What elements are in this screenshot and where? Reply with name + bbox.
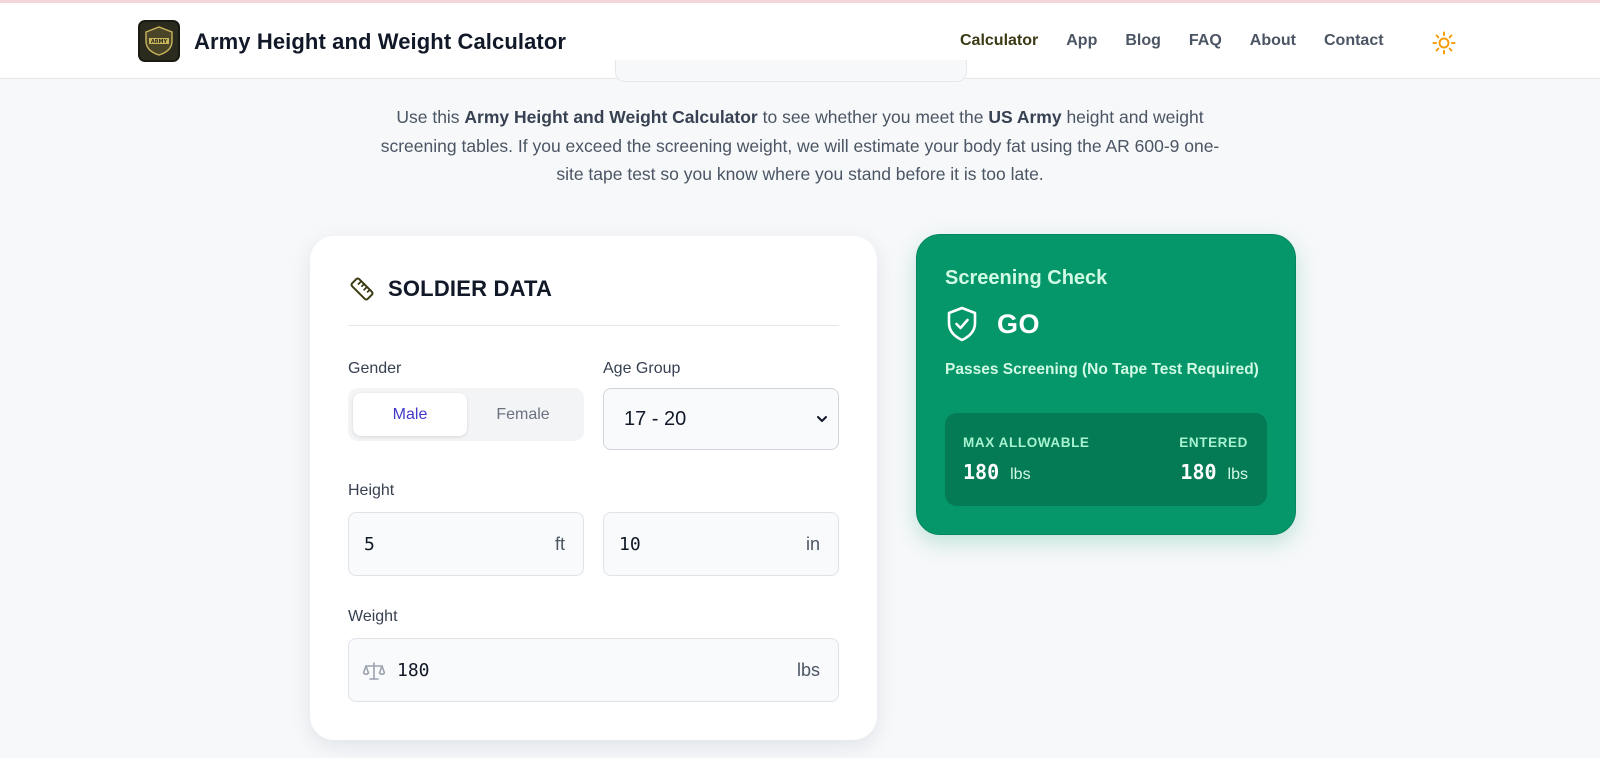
max-allowable-label: MAX ALLOWABLE <box>963 435 1090 450</box>
army-logo[interactable]: ARMY <box>138 20 180 62</box>
entered-value-row: 180 lbs <box>1180 460 1248 484</box>
card-title: SOLDIER DATA <box>388 276 553 301</box>
height-inches-value: 10 <box>619 534 641 555</box>
gender-label: Gender <box>348 360 402 377</box>
screening-result-row: GO <box>945 304 1040 344</box>
scale-icon <box>363 662 385 680</box>
card-header: SOLDIER DATA <box>348 272 552 306</box>
intro-bold-calculator: Army Height and Weight Calculator <box>464 107 758 127</box>
soldier-data-card: SOLDIER DATA Gender Male Female Age Grou… <box>310 236 877 740</box>
age-group-label: Age Group <box>603 360 681 377</box>
screening-result: GO <box>997 308 1041 339</box>
chevron-down-icon <box>817 416 827 422</box>
entered-label: ENTERED <box>1179 435 1248 450</box>
weight-value: 180 <box>397 660 430 681</box>
intro-text: Use this Army Height and Weight Calculat… <box>380 107 1220 184</box>
nav-app[interactable]: App <box>1066 32 1097 56</box>
weight-comparison-panel: MAX ALLOWABLE 180 lbs ENTERED 180 lbs <box>945 413 1267 506</box>
height-feet-unit: ft <box>554 534 565 554</box>
weight-input[interactable]: 180 lbs <box>348 638 839 702</box>
nav-contact[interactable]: Contact <box>1324 32 1384 56</box>
screening-title: Screening Check <box>945 267 1108 289</box>
entered-unit: lbs <box>1227 466 1248 483</box>
gender-toggle: Male Female <box>348 388 584 441</box>
logo-emblem-icon: ARMY <box>145 26 173 56</box>
max-allowable-value-row: 180 lbs <box>963 460 1031 484</box>
gender-male-option[interactable]: Male <box>353 393 467 436</box>
site-title[interactable]: Army Height and Weight Calculator <box>194 29 566 55</box>
intro-bold-army: US Army <box>988 107 1062 127</box>
height-inches-unit: in <box>805 534 820 554</box>
sun-icon[interactable] <box>1432 31 1456 55</box>
max-allowable-value: 180 <box>963 460 1000 484</box>
gender-female-option[interactable]: Female <box>466 393 580 436</box>
weight-label: Weight <box>348 608 398 625</box>
nav-calculator[interactable]: Calculator <box>960 32 1038 56</box>
nav-about[interactable]: About <box>1250 32 1296 56</box>
shield-check-icon <box>947 306 977 342</box>
screening-result-card: Screening Check GO Passes Screening (No … <box>916 234 1296 535</box>
weight-unit: lbs <box>796 660 820 680</box>
height-label: Height <box>348 482 395 499</box>
height-feet-input[interactable]: 5 ft <box>348 512 584 576</box>
svg-text:ARMY: ARMY <box>151 39 168 45</box>
ruler-icon <box>350 277 374 301</box>
age-group-value: 17 - 20 <box>624 407 687 430</box>
nav-faq[interactable]: FAQ <box>1189 32 1222 56</box>
card-divider <box>348 325 839 326</box>
hero-badge-edge <box>615 60 967 82</box>
nav-blog[interactable]: Blog <box>1125 32 1161 56</box>
age-group-select[interactable]: 17 - 20 <box>603 388 839 450</box>
main-nav: Calculator App Blog FAQ About Contact <box>960 32 1412 56</box>
max-allowable-unit: lbs <box>1010 466 1031 483</box>
screening-subtitle: Passes Screening (No Tape Test Required) <box>945 361 1259 378</box>
entered-value: 180 <box>1180 460 1217 484</box>
height-inches-input[interactable]: 10 in <box>603 512 839 576</box>
height-feet-value: 5 <box>364 534 375 555</box>
